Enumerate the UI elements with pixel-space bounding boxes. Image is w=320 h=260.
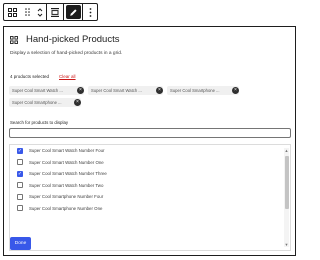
grid-icon <box>7 7 17 17</box>
remove-chip-button[interactable]: × <box>156 87 163 94</box>
search-label: Search for products to display <box>10 120 69 125</box>
product-checkbox[interactable]: ✓ <box>17 147 23 154</box>
product-list: ✓ Super Cool Smart Watch Number Four Sup… <box>9 144 291 251</box>
chevron-up-down-icon <box>37 7 42 17</box>
product-checkbox[interactable]: ✓ <box>17 170 23 177</box>
chip-label: Super Cool Smart Watch ... <box>91 88 142 93</box>
drag-handle-icon <box>24 8 30 16</box>
selection-summary: 4 products selected Clear all <box>10 74 76 79</box>
product-label: Super Cool Smart Watch Number Two <box>29 182 104 188</box>
product-checkbox[interactable] <box>17 182 23 189</box>
product-label: Super Cool Smart Watch Number Three <box>29 171 107 177</box>
product-list-item[interactable]: Super Cool Smart Watch Number One <box>10 157 290 169</box>
checkmark-icon: ✓ <box>17 147 23 154</box>
product-list-item[interactable]: ✓ Super Cool Smart Watch Number Four <box>10 145 290 157</box>
product-checkbox[interactable] <box>17 159 23 166</box>
move-up-down-button[interactable] <box>34 4 46 20</box>
product-list-item[interactable]: Super Cool Smart Watch Number Two <box>10 180 290 192</box>
align-icon <box>50 7 59 17</box>
block-description: Display a selection of hand-picked produ… <box>10 51 123 56</box>
product-list-item[interactable]: ✓ Super Cool Smart Watch Number Three <box>10 168 290 180</box>
product-label: Super Cool Smartphone Number One <box>29 205 103 211</box>
product-label: Super Cool Smart Watch Number One <box>29 159 104 165</box>
close-icon: × <box>79 87 82 93</box>
remove-chip-button[interactable]: × <box>74 99 81 106</box>
edit-button[interactable] <box>64 4 82 20</box>
block-title: Hand-picked Products <box>26 34 120 45</box>
done-button[interactable]: Done <box>10 237 31 250</box>
selected-chip: Super Cool Smartphone ... × <box>167 86 239 95</box>
chip-label: Super Cool Smartphone ... <box>170 88 220 93</box>
product-label: Super Cool Smartphone Number Four <box>29 194 104 200</box>
scroll-down-icon[interactable]: ▼ <box>284 242 289 248</box>
selected-chip: Super Cool Smart Watch ... × <box>9 86 84 95</box>
selected-chips: Super Cool Smart Watch ... × Super Cool … <box>9 86 287 107</box>
product-list-item[interactable]: Super Cool Smartphone Number Four <box>10 191 290 203</box>
product-checkbox[interactable] <box>17 193 23 200</box>
close-icon: × <box>234 87 237 93</box>
block-toolbar <box>3 3 98 21</box>
scroll-up-icon[interactable]: ▲ <box>284 148 289 154</box>
remove-chip-button[interactable]: × <box>232 87 239 94</box>
chip-label: Super Cool Smartphone ... <box>12 100 62 105</box>
scrollbar-thumb[interactable] <box>285 156 289 209</box>
selected-count: 4 products selected <box>10 74 50 79</box>
drag-handle-button[interactable] <box>21 4 34 20</box>
checkmark-icon: ✓ <box>17 170 23 177</box>
grid-icon <box>10 35 18 44</box>
pencil-icon <box>69 8 77 16</box>
product-list-item[interactable]: Super Cool Smartphone Number One <box>10 203 290 215</box>
chip-label: Super Cool Smart Watch ... <box>12 88 63 93</box>
block-header: Hand-picked Products <box>10 34 119 45</box>
hand-picked-products-panel: Hand-picked Products Display a selection… <box>3 26 296 256</box>
more-vertical-icon <box>89 7 91 17</box>
clear-all-button[interactable]: Clear all <box>59 74 76 79</box>
close-icon: × <box>76 99 79 105</box>
block-type-button[interactable] <box>4 4 21 20</box>
align-button[interactable] <box>47 4 64 20</box>
product-checkbox[interactable] <box>17 205 23 212</box>
product-label: Super Cool Smart Watch Number Four <box>29 148 105 154</box>
selected-chip: Super Cool Smart Watch ... × <box>88 86 163 95</box>
close-icon: × <box>158 87 161 93</box>
search-input[interactable] <box>9 128 291 138</box>
more-options-button[interactable] <box>83 4 97 20</box>
remove-chip-button[interactable]: × <box>77 87 84 94</box>
selected-chip: Super Cool Smartphone ... × <box>9 98 81 107</box>
